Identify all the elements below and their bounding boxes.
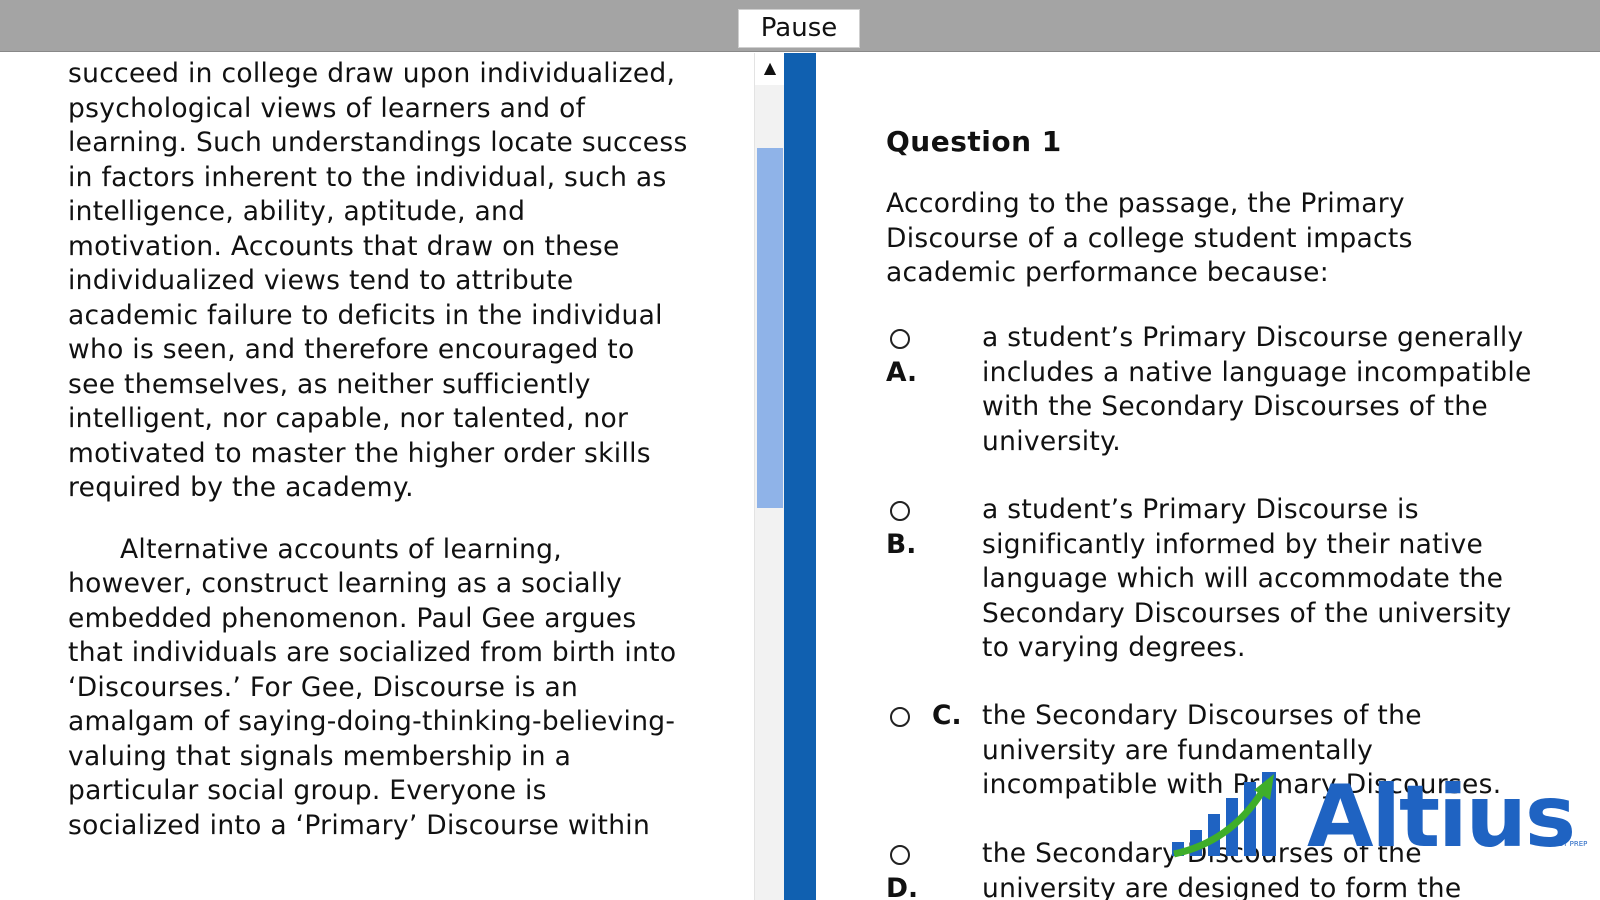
option-letter: D.: [886, 873, 919, 900]
option-text: the Secondary Discourses of the universi…: [982, 838, 1462, 900]
radio-button-d[interactable]: [890, 845, 910, 865]
option-letter: A.: [886, 357, 918, 388]
passage-paragraph-1: succeed in college draw upon individuali…: [68, 58, 688, 503]
question-title: Question 1: [886, 125, 1062, 158]
radio-button-c[interactable]: [890, 707, 910, 727]
pane-divider[interactable]: [784, 53, 816, 900]
option-text: the Secondary Discourses of the universi…: [982, 700, 1502, 800]
option-letter: B.: [886, 529, 917, 560]
passage-scrollbar[interactable]: ▲: [754, 53, 785, 900]
radio-button-a[interactable]: [890, 329, 910, 349]
scroll-thumb[interactable]: [757, 148, 783, 508]
option-text: a student’s Primary Discourse is signifi…: [982, 494, 1512, 663]
passage-paragraph-2: Alternative accounts of learning, howeve…: [68, 533, 677, 841]
option-text: a student’s Primary Discourse generally …: [982, 322, 1532, 457]
question-pane: Question 1 According to the passage, the…: [816, 53, 1600, 900]
question-stem: According to the passage, the Primary Di…: [886, 188, 1413, 288]
radio-button-b[interactable]: [890, 501, 910, 521]
top-toolbar: Pause: [0, 0, 1600, 52]
passage-pane[interactable]: succeed in college draw upon individuali…: [0, 53, 754, 900]
pause-button[interactable]: Pause: [738, 9, 860, 48]
passage-text: succeed in college draw upon individuali…: [68, 57, 688, 870]
option-letter: C.: [932, 700, 962, 731]
scroll-up-arrow-icon[interactable]: ▲: [755, 53, 785, 85]
